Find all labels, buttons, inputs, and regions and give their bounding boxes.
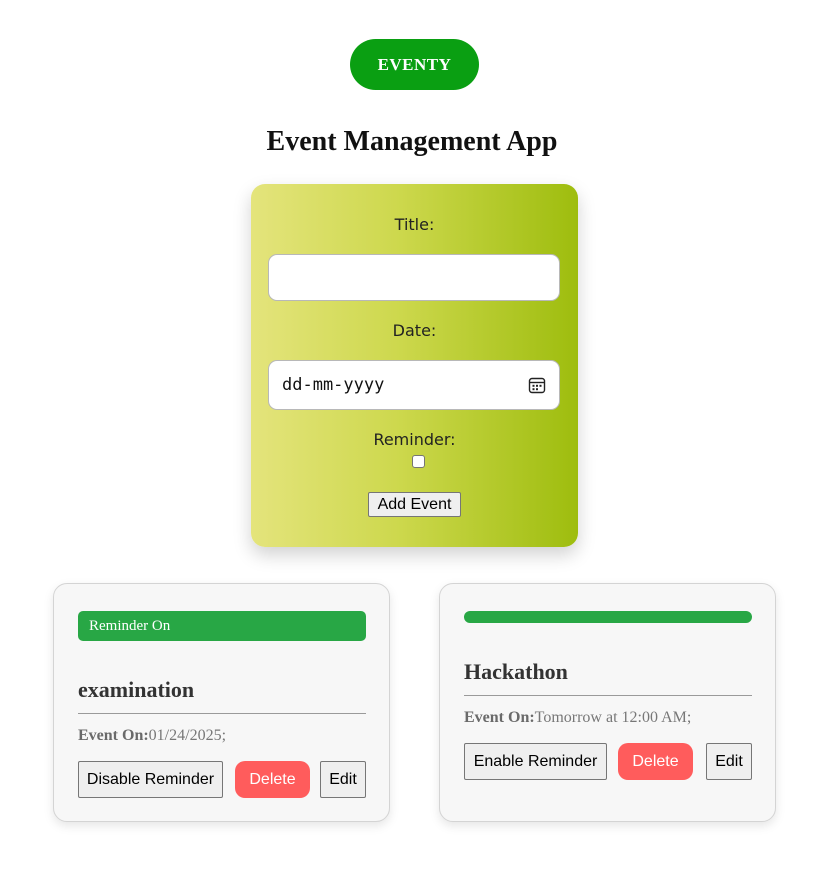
event-title: examination [78, 677, 195, 702]
edit-button[interactable]: Edit [706, 743, 752, 780]
event-date: Event On:Tomorrow at 12:00 AM; [464, 709, 691, 727]
divider [78, 713, 366, 714]
delete-button[interactable]: Delete [235, 761, 310, 798]
enable-reminder-button[interactable]: Enable Reminder [464, 743, 607, 780]
event-date-prefix: Event On: [78, 727, 149, 744]
date-input[interactable]: dd-mm-yyyy [268, 360, 560, 410]
calendar-icon[interactable] [528, 376, 546, 394]
event-date: Event On:01/24/2025; [78, 727, 226, 745]
edit-button[interactable]: Edit [320, 761, 366, 798]
title-label: Title: [394, 215, 435, 234]
page: EVENTY Event Management App Title: Date:… [0, 0, 824, 878]
disable-reminder-button[interactable]: Disable Reminder [78, 761, 223, 798]
reminder-badge: Reminder On [78, 611, 366, 641]
event-date-prefix: Event On: [464, 709, 535, 726]
delete-button[interactable]: Delete [618, 743, 693, 780]
reminder-label: Reminder: [373, 430, 456, 449]
add-event-button[interactable]: Add Event [368, 492, 461, 517]
event-title: Hackathon [464, 659, 568, 684]
page-title: Event Management App [266, 126, 558, 157]
event-card: Hackathon Event On:Tomorrow at 12:00 AM;… [439, 583, 776, 822]
event-date-value: 01/24/2025; [148, 727, 227, 744]
brand-logo[interactable]: EVENTY [350, 39, 479, 90]
reminder-checkbox[interactable] [412, 455, 425, 468]
event-date-value: Tomorrow at 12:00 AM; [534, 709, 692, 726]
event-card: Reminder On examination Event On:01/24/2… [53, 583, 390, 822]
divider [464, 695, 752, 696]
add-event-form: Title: Date: dd-mm-yyyy Reminder: Add Ev… [251, 184, 578, 547]
title-input[interactable] [268, 254, 560, 301]
date-label: Date: [392, 321, 437, 340]
date-placeholder: dd-mm-yyyy [282, 375, 385, 395]
reminder-bar [464, 611, 752, 623]
